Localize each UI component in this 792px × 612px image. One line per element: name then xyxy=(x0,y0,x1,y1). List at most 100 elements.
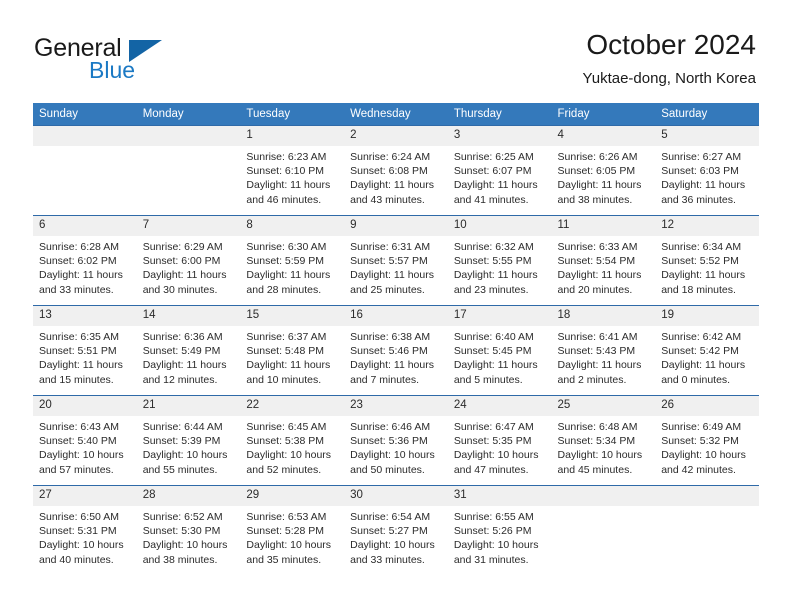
day-cell[interactable]: 26 Sunrise: 6:49 AM Sunset: 5:32 PM Dayl… xyxy=(655,395,759,486)
daylight-text-line1: Daylight: 11 hours xyxy=(661,359,746,372)
sunset-text: Sunset: 6:05 PM xyxy=(557,165,636,178)
sunrise-text: Sunrise: 6:34 AM xyxy=(661,241,742,253)
sunrise-text: Sunrise: 6:52 AM xyxy=(142,511,223,523)
day-cell[interactable]: 19 Sunrise: 6:42 AM Sunset: 5:42 PM Dayl… xyxy=(655,305,759,396)
daylight-text-line2: and 30 minutes. xyxy=(142,283,218,296)
day-number: 12 xyxy=(655,216,759,236)
day-number: 10 xyxy=(447,216,552,236)
day-cell[interactable] xyxy=(33,125,137,216)
sunrise-text: Sunrise: 6:53 AM xyxy=(246,511,327,523)
sunrise-text: Sunrise: 6:43 AM xyxy=(39,421,119,433)
calendar-week-row: 1 Sunrise: 6:23 AM Sunset: 6:10 PM Dayli… xyxy=(33,125,759,216)
calendar-week-row: 20 Sunrise: 6:43 AM Sunset: 5:40 PM Dayl… xyxy=(33,395,759,486)
sunset-text: Sunset: 5:43 PM xyxy=(557,345,636,358)
daylight-text-line2: and 33 minutes. xyxy=(350,553,425,566)
day-number: 31 xyxy=(447,486,552,506)
daylight-text-line2: and 28 minutes. xyxy=(246,283,322,296)
day-details: Sunrise: 6:54 AM Sunset: 5:27 PM Dayligh… xyxy=(344,506,448,567)
daylight-text-line2: and 12 minutes. xyxy=(142,373,218,386)
day-cell[interactable] xyxy=(136,125,241,216)
day-cell[interactable]: 9 Sunrise: 6:31 AM Sunset: 5:57 PM Dayli… xyxy=(344,215,448,306)
day-details: Sunrise: 6:35 AM Sunset: 5:51 PM Dayligh… xyxy=(33,326,137,387)
day-details: Sunrise: 6:46 AM Sunset: 5:36 PM Dayligh… xyxy=(344,416,448,477)
day-cell[interactable]: 14 Sunrise: 6:36 AM Sunset: 5:49 PM Dayl… xyxy=(136,305,241,396)
day-details: Sunrise: 6:23 AM Sunset: 6:10 PM Dayligh… xyxy=(240,146,344,207)
sunrise-text: Sunrise: 6:54 AM xyxy=(350,511,431,523)
day-cell[interactable]: 7 Sunrise: 6:29 AM Sunset: 6:00 PM Dayli… xyxy=(136,215,241,306)
sunrise-text: Sunrise: 6:32 AM xyxy=(453,241,534,253)
day-details: Sunrise: 6:28 AM Sunset: 6:02 PM Dayligh… xyxy=(33,236,137,297)
day-cell[interactable]: 28 Sunrise: 6:52 AM Sunset: 5:30 PM Dayl… xyxy=(136,485,241,575)
daylight-text-line1: Daylight: 10 hours xyxy=(453,449,539,462)
day-cell[interactable]: 25 Sunrise: 6:48 AM Sunset: 5:34 PM Dayl… xyxy=(551,395,656,486)
logo-text-blue: Blue xyxy=(89,57,136,83)
daylight-text-line2: and 15 minutes. xyxy=(39,373,114,386)
day-details: Sunrise: 6:24 AM Sunset: 6:08 PM Dayligh… xyxy=(344,146,448,207)
day-cell[interactable]: 17 Sunrise: 6:40 AM Sunset: 5:45 PM Dayl… xyxy=(447,305,552,396)
daylight-text-line2: and 52 minutes. xyxy=(246,463,322,476)
day-number xyxy=(33,126,137,146)
day-details: Sunrise: 6:26 AM Sunset: 6:05 PM Dayligh… xyxy=(552,146,656,207)
day-cell[interactable]: 2 Sunrise: 6:24 AM Sunset: 6:08 PM Dayli… xyxy=(344,125,448,216)
day-cell[interactable]: 4 Sunrise: 6:26 AM Sunset: 6:05 PM Dayli… xyxy=(551,125,656,216)
day-cell[interactable]: 16 Sunrise: 6:38 AM Sunset: 5:46 PM Dayl… xyxy=(344,305,448,396)
day-cell[interactable]: 13 Sunrise: 6:35 AM Sunset: 5:51 PM Dayl… xyxy=(33,305,137,396)
calendar-body: 1 Sunrise: 6:23 AM Sunset: 6:10 PM Dayli… xyxy=(33,125,759,575)
day-cell[interactable]: 29 Sunrise: 6:53 AM Sunset: 5:28 PM Dayl… xyxy=(240,485,345,575)
day-cell[interactable]: 8 Sunrise: 6:30 AM Sunset: 5:59 PM Dayli… xyxy=(240,215,345,306)
day-cell[interactable]: 23 Sunrise: 6:46 AM Sunset: 5:36 PM Dayl… xyxy=(344,395,448,486)
day-cell[interactable]: 3 Sunrise: 6:25 AM Sunset: 6:07 PM Dayli… xyxy=(447,125,552,216)
daylight-text-line1: Daylight: 11 hours xyxy=(350,359,434,372)
day-number: 20 xyxy=(33,396,137,416)
day-number: 15 xyxy=(240,306,345,326)
daylight-text-line1: Daylight: 10 hours xyxy=(39,449,124,462)
day-cell[interactable] xyxy=(551,485,656,575)
day-cell[interactable]: 31 Sunrise: 6:55 AM Sunset: 5:26 PM Dayl… xyxy=(447,485,552,575)
day-cell[interactable]: 20 Sunrise: 6:43 AM Sunset: 5:40 PM Dayl… xyxy=(33,395,137,486)
sunset-text: Sunset: 5:39 PM xyxy=(142,435,221,448)
day-number xyxy=(136,126,241,146)
day-cell[interactable]: 15 Sunrise: 6:37 AM Sunset: 5:48 PM Dayl… xyxy=(240,305,345,396)
day-cell[interactable]: 6 Sunrise: 6:28 AM Sunset: 6:02 PM Dayli… xyxy=(33,215,137,306)
sunset-text: Sunset: 5:35 PM xyxy=(453,435,532,448)
sunset-text: Sunset: 5:51 PM xyxy=(39,345,117,358)
day-cell[interactable]: 22 Sunrise: 6:45 AM Sunset: 5:38 PM Dayl… xyxy=(240,395,345,486)
weekday-header-saturday: Saturday xyxy=(655,103,759,126)
day-cell[interactable]: 12 Sunrise: 6:34 AM Sunset: 5:52 PM Dayl… xyxy=(655,215,759,306)
day-details: Sunrise: 6:52 AM Sunset: 5:30 PM Dayligh… xyxy=(137,506,241,567)
day-number xyxy=(551,486,656,506)
day-cell[interactable]: 27 Sunrise: 6:50 AM Sunset: 5:31 PM Dayl… xyxy=(33,485,137,575)
day-number: 1 xyxy=(240,126,345,146)
day-cell[interactable]: 24 Sunrise: 6:47 AM Sunset: 5:35 PM Dayl… xyxy=(447,395,552,486)
daylight-text-line1: Daylight: 11 hours xyxy=(246,359,331,372)
day-cell[interactable]: 1 Sunrise: 6:23 AM Sunset: 6:10 PM Dayli… xyxy=(240,125,345,216)
daylight-text-line1: Daylight: 11 hours xyxy=(350,269,434,282)
general-blue-logo[interactable]: General Blue xyxy=(34,34,234,86)
daylight-text-line2: and 42 minutes. xyxy=(661,463,736,476)
day-cell[interactable]: 18 Sunrise: 6:41 AM Sunset: 5:43 PM Dayl… xyxy=(551,305,656,396)
day-cell[interactable]: 10 Sunrise: 6:32 AM Sunset: 5:55 PM Dayl… xyxy=(447,215,552,306)
daylight-text-line2: and 38 minutes. xyxy=(142,553,218,566)
daylight-text-line2: and 18 minutes. xyxy=(661,283,736,296)
daylight-text-line2: and 43 minutes. xyxy=(350,193,425,206)
month-calendar-grid: Sunday Monday Tuesday Wednesday Thursday… xyxy=(33,103,759,575)
day-cell[interactable] xyxy=(655,485,759,575)
daylight-text-line1: Daylight: 11 hours xyxy=(39,359,123,372)
sunrise-text: Sunrise: 6:23 AM xyxy=(246,151,327,163)
daylight-text-line1: Daylight: 10 hours xyxy=(557,449,643,462)
day-cell[interactable]: 30 Sunrise: 6:54 AM Sunset: 5:27 PM Dayl… xyxy=(344,485,448,575)
day-cell[interactable]: 21 Sunrise: 6:44 AM Sunset: 5:39 PM Dayl… xyxy=(136,395,241,486)
day-cell[interactable]: 5 Sunrise: 6:27 AM Sunset: 6:03 PM Dayli… xyxy=(655,125,759,216)
daylight-text-line2: and 38 minutes. xyxy=(557,193,633,206)
daylight-text-line1: Daylight: 10 hours xyxy=(142,449,228,462)
daylight-text-line1: Daylight: 11 hours xyxy=(142,359,227,372)
sunrise-text: Sunrise: 6:27 AM xyxy=(661,151,742,163)
calendar-week-row: 27 Sunrise: 6:50 AM Sunset: 5:31 PM Dayl… xyxy=(33,485,759,575)
sunset-text: Sunset: 5:59 PM xyxy=(246,255,325,268)
sunrise-text: Sunrise: 6:38 AM xyxy=(350,331,431,343)
day-number: 17 xyxy=(447,306,552,326)
day-cell[interactable]: 11 Sunrise: 6:33 AM Sunset: 5:54 PM Dayl… xyxy=(551,215,656,306)
daylight-text-line1: Daylight: 10 hours xyxy=(246,539,332,552)
sunset-text: Sunset: 5:48 PM xyxy=(246,345,325,358)
daylight-text-line1: Daylight: 10 hours xyxy=(142,539,228,552)
